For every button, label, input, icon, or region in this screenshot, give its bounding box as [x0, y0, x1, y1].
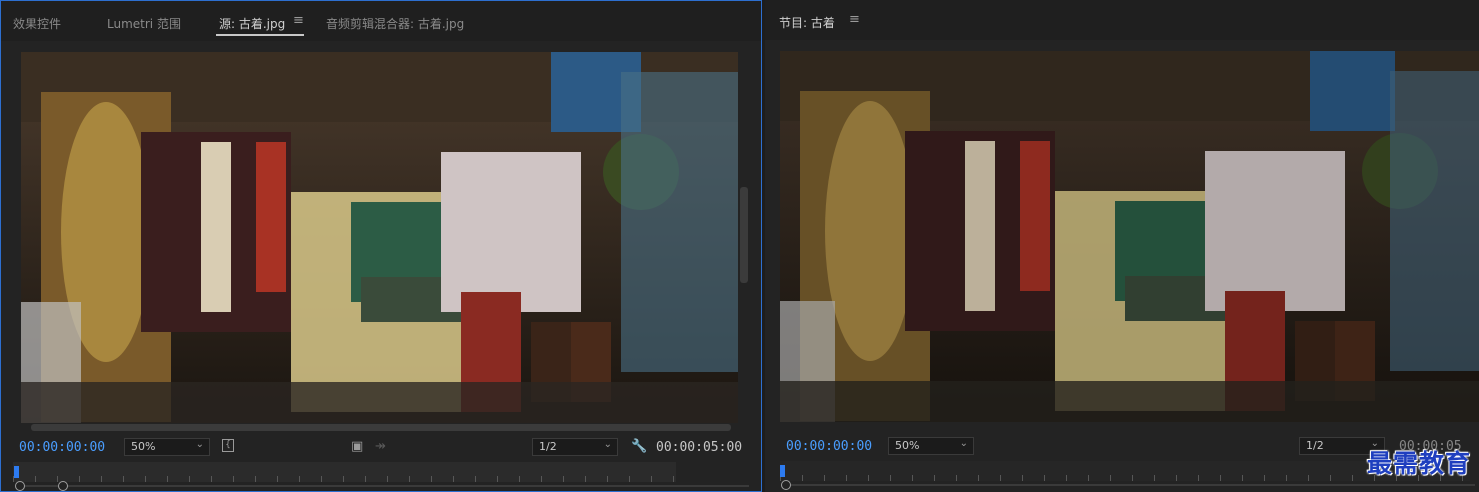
- source-monitor-panel: 效果控件 Lumetri 范围 源: 古着.jpg ≡ 音频剪辑混合器: 古着.…: [0, 0, 762, 492]
- tab-audio-clip-mixer[interactable]: 音频剪辑混合器: 古着.jpg: [326, 15, 464, 32]
- active-tab-indicator: [216, 34, 304, 36]
- hamburger-icon[interactable]: ≡: [849, 12, 860, 27]
- source-tab-bar: 效果控件 Lumetri 范围 源: 古着.jpg ≡ 音频剪辑混合器: 古着.…: [1, 1, 761, 41]
- horizontal-scrollbar[interactable]: [31, 424, 731, 431]
- source-resolution-select[interactable]: 1/2 ⌄: [532, 438, 618, 456]
- program-video-frame[interactable]: [780, 51, 1479, 422]
- program-monitor-panel: 节目: 古着 ≡ 00:00:00:00 50% ⌄ 1/2 ⌄ 00:00:0…: [765, 0, 1479, 492]
- camera-icon[interactable]: ▣: [351, 439, 363, 454]
- insert-icon[interactable]: ↠: [375, 439, 386, 454]
- program-tab-bar: 节目: 古着 ≡: [765, 0, 1479, 40]
- source-playhead[interactable]: [14, 466, 19, 478]
- source-image: [21, 52, 738, 423]
- chevron-down-icon: ⌄: [195, 439, 204, 450]
- source-zoom-value: 50%: [131, 440, 156, 453]
- program-playhead[interactable]: [780, 465, 785, 477]
- watermark-logo: 最需教育: [1366, 449, 1471, 478]
- program-zoom-value: 50%: [895, 439, 920, 452]
- vertical-scrollbar[interactable]: [740, 187, 748, 283]
- chevron-down-icon: ⌄: [603, 439, 612, 450]
- program-zoom-handle-left[interactable]: [781, 480, 791, 490]
- source-video-frame[interactable]: [21, 52, 738, 423]
- tab-program[interactable]: 节目: 古着: [779, 14, 835, 31]
- tab-source[interactable]: 源: 古着.jpg: [219, 15, 285, 32]
- program-zoom-select[interactable]: 50% ⌄: [888, 437, 974, 455]
- source-current-timecode[interactable]: 00:00:00:00: [19, 440, 105, 455]
- program-resolution-value: 1/2: [1306, 439, 1324, 452]
- tab-lumetri-scopes[interactable]: Lumetri 范围: [107, 15, 181, 32]
- source-zoom-scrollbar[interactable]: [19, 485, 749, 487]
- bracket-icon[interactable]: {: [222, 439, 234, 452]
- source-duration-timecode: 00:00:05:00: [656, 440, 743, 455]
- source-controls: 00:00:00:00 50% ⌄ { ▣ ↠ 1/2 ⌄ 🔧 00:00:05…: [1, 433, 761, 461]
- source-resolution-value: 1/2: [539, 440, 557, 453]
- source-zoom-select[interactable]: 50% ⌄: [124, 438, 210, 456]
- chevron-down-icon: ⌄: [959, 438, 968, 449]
- source-time-ruler[interactable]: [13, 462, 676, 482]
- tab-effect-controls[interactable]: 效果控件: [13, 15, 61, 32]
- wrench-icon[interactable]: 🔧: [631, 439, 647, 454]
- program-current-timecode[interactable]: 00:00:00:00: [786, 439, 872, 454]
- program-zoom-scrollbar[interactable]: [785, 484, 1475, 486]
- source-zoom-handle-left[interactable]: [15, 481, 25, 491]
- source-zoom-handle-right[interactable]: [58, 481, 68, 491]
- program-image: [780, 51, 1479, 422]
- ruler-ticks: [13, 476, 676, 482]
- hamburger-icon[interactable]: ≡: [293, 13, 304, 28]
